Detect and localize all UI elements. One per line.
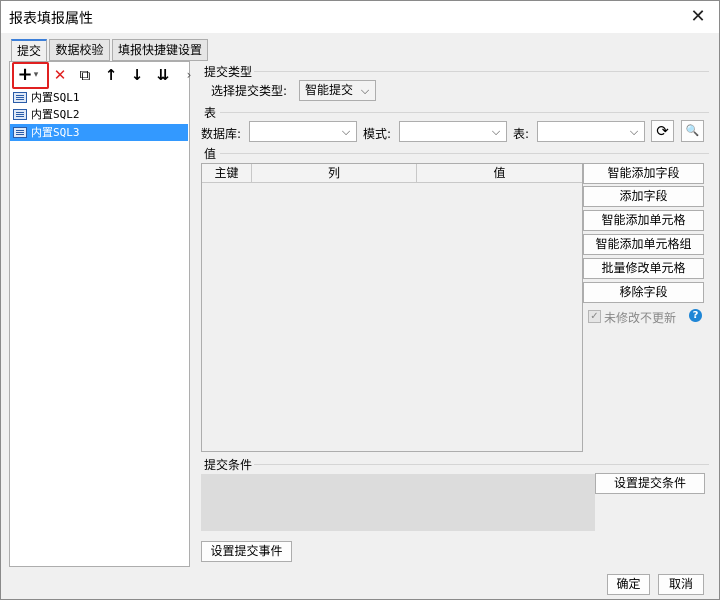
sql-table-icon bbox=[13, 127, 27, 138]
table-select[interactable]: ⌵ bbox=[537, 121, 645, 142]
smart-add-cell-group-button[interactable]: 智能添加单元格组 bbox=[583, 234, 704, 255]
grid-header-value[interactable]: 值 bbox=[417, 164, 582, 183]
chevron-down-icon: ⌵ bbox=[491, 125, 501, 138]
schema-label: 模式: bbox=[363, 127, 392, 141]
database-select[interactable]: ⌵ bbox=[249, 121, 357, 142]
field-grid[interactable]: 主键 列 值 bbox=[201, 163, 583, 452]
grid-header-key[interactable]: 主键 bbox=[202, 164, 251, 183]
chevron-down-icon: ⌵ bbox=[360, 84, 370, 97]
move-bottom-icon[interactable]: ⇊ bbox=[153, 65, 173, 85]
sql-table-icon bbox=[13, 92, 27, 103]
refresh-icon[interactable]: ⟳ bbox=[651, 120, 674, 142]
values-group-title: 值 bbox=[204, 147, 217, 161]
database-label: 数据库: bbox=[201, 127, 242, 141]
schema-select[interactable]: ⌵ bbox=[399, 121, 507, 142]
add-field-button[interactable]: 添加字段 bbox=[583, 186, 704, 207]
toolbar-more-icon[interactable]: › bbox=[185, 65, 193, 85]
smart-add-field-button[interactable]: 智能添加字段 bbox=[583, 163, 704, 184]
set-submit-event-button[interactable]: 设置提交事件 bbox=[201, 541, 292, 562]
ok-button[interactable]: 确定 bbox=[607, 574, 650, 595]
copy-icon[interactable]: ⧉ bbox=[75, 65, 95, 85]
sql-item-3[interactable]: 内置SQL3 bbox=[10, 124, 188, 141]
title-bar: 报表填报属性 ✕ bbox=[1, 1, 719, 33]
set-submit-condition-button[interactable]: 设置提交条件 bbox=[595, 473, 705, 494]
chevron-down-icon: ⌵ bbox=[629, 125, 639, 138]
submit-type-group-title: 提交类型 bbox=[204, 65, 253, 79]
submit-type-value: 智能提交 bbox=[305, 83, 354, 97]
group-divider bbox=[220, 112, 709, 113]
submit-type-select[interactable]: 智能提交 ⌵ bbox=[299, 80, 376, 101]
condition-area bbox=[201, 474, 595, 531]
group-divider bbox=[254, 464, 709, 465]
move-down-icon[interactable]: ↓ bbox=[127, 65, 147, 85]
group-divider bbox=[220, 153, 709, 154]
unchanged-no-update-label: 未修改不更新 bbox=[604, 311, 677, 325]
delete-icon[interactable]: ✕ bbox=[50, 65, 70, 85]
tab-shortcut-settings[interactable]: 填报快捷键设置 bbox=[112, 39, 208, 61]
table-group-title: 表 bbox=[204, 106, 217, 120]
help-icon[interactable]: ? bbox=[689, 309, 702, 322]
chevron-down-icon: ⌵ bbox=[341, 125, 351, 138]
smart-add-cell-button[interactable]: 智能添加单元格 bbox=[583, 210, 704, 231]
sql-table-icon bbox=[13, 109, 27, 120]
batch-edit-cells-button[interactable]: 批量修改单元格 bbox=[583, 258, 704, 279]
window-title: 报表填报属性 bbox=[9, 11, 93, 27]
unchanged-no-update-checkbox[interactable]: ✓ bbox=[588, 310, 601, 323]
close-icon[interactable]: ✕ bbox=[687, 6, 709, 28]
sql-item-2[interactable]: 内置SQL2 bbox=[10, 106, 188, 123]
group-divider bbox=[254, 71, 709, 72]
tab-submit[interactable]: 提交 bbox=[11, 39, 47, 62]
table-label: 表: bbox=[513, 127, 530, 141]
preview-icon[interactable]: 🔍 bbox=[681, 120, 704, 142]
sql-item-label: 内置SQL2 bbox=[31, 108, 80, 121]
sql-item-label: 内置SQL1 bbox=[31, 91, 80, 104]
grid-header-column[interactable]: 列 bbox=[252, 164, 416, 183]
add-highlight-frame bbox=[12, 62, 49, 89]
sql-item-label: 内置SQL3 bbox=[31, 126, 80, 139]
move-up-icon[interactable]: ↑ bbox=[101, 65, 121, 85]
cancel-button[interactable]: 取消 bbox=[658, 574, 704, 595]
submit-type-label: 选择提交类型: bbox=[211, 84, 288, 98]
condition-group-title: 提交条件 bbox=[204, 458, 253, 472]
sql-item-1[interactable]: 内置SQL1 bbox=[10, 89, 188, 106]
tab-data-validation[interactable]: 数据校验 bbox=[49, 39, 110, 61]
remove-field-button[interactable]: 移除字段 bbox=[583, 282, 704, 303]
dialog-window: 报表填报属性 ✕ 提交 数据校验 填报快捷键设置 + ▾ ✕ ⧉ ↑ ↓ ⇊ ›… bbox=[0, 0, 720, 600]
